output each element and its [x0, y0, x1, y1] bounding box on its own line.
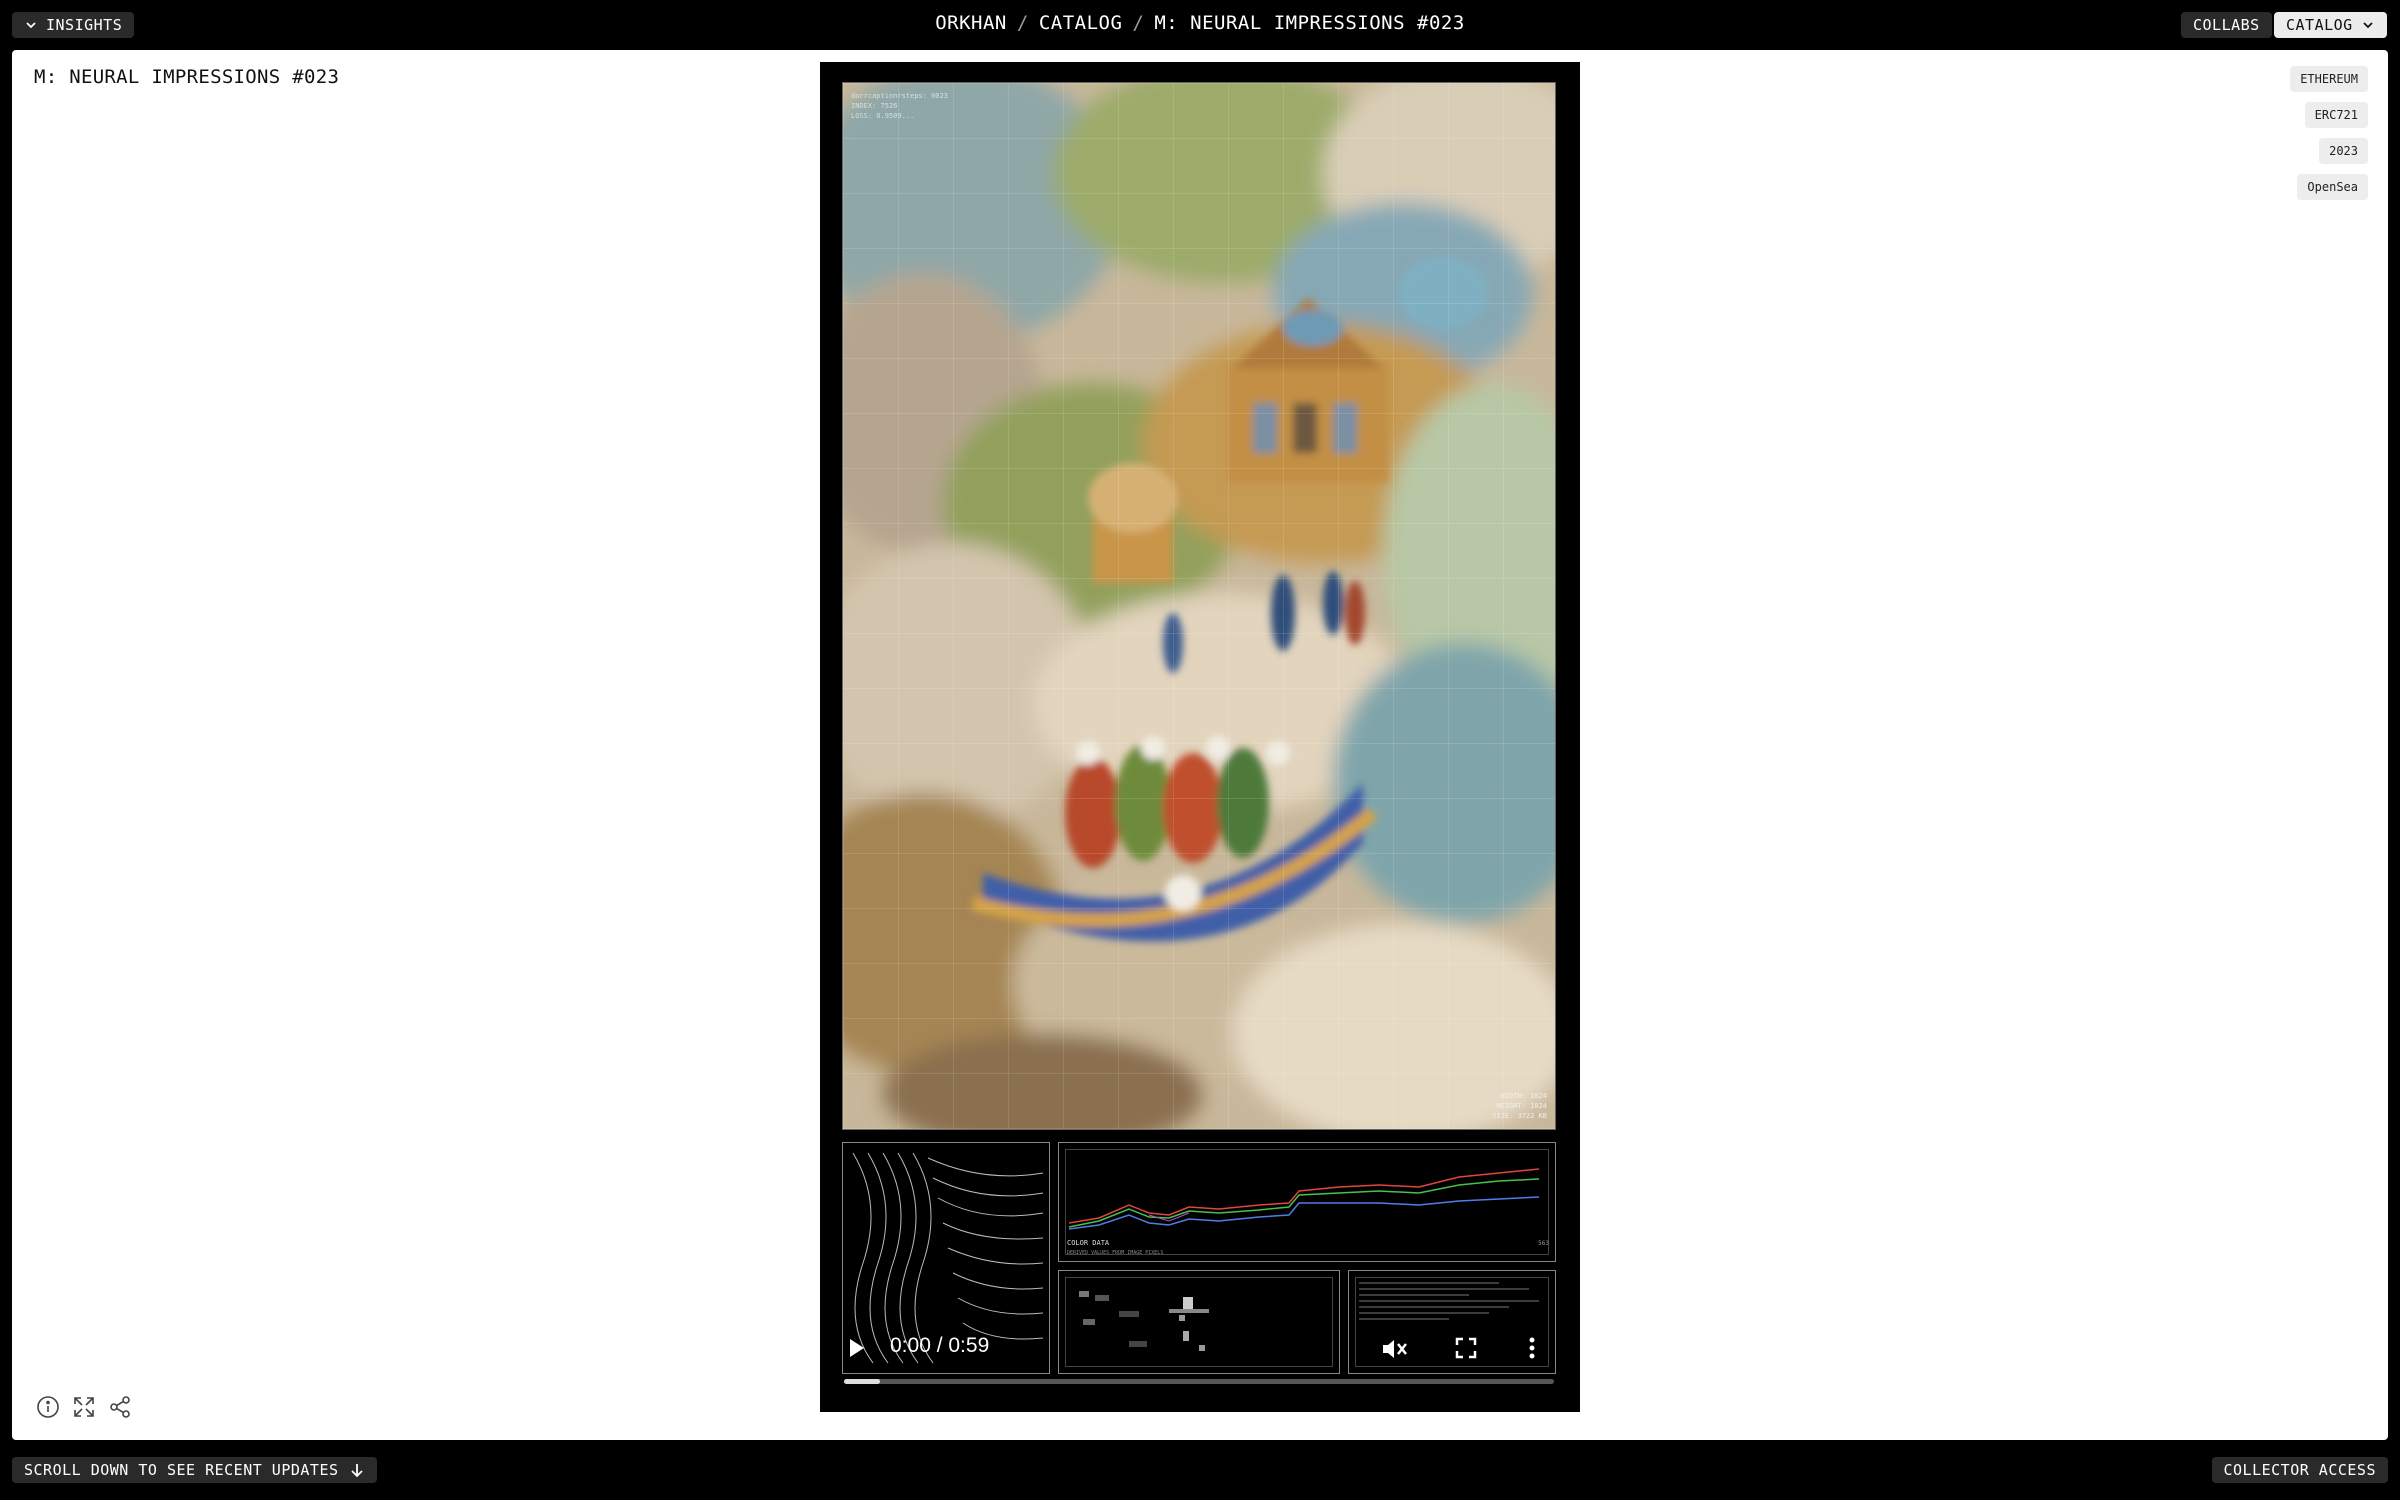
color-data-number: 563 [1538, 1240, 1549, 1247]
fullscreen-icon[interactable] [1454, 1336, 1478, 1364]
chevron-down-icon [2363, 22, 2373, 29]
breadcrumb-item-orkhan[interactable]: ORKHAN [935, 12, 1007, 34]
artwork-tags: ETHEREUM ERC721 2023 OpenSea [2290, 66, 2368, 200]
collabs-label: COLLABS [2193, 16, 2260, 34]
tag-standard: ERC721 [2304, 102, 2368, 128]
top-bar: INSIGHTS ORKHAN / CATALOG / M: NEURAL IM… [0, 0, 2400, 50]
artwork-tools [36, 1395, 132, 1419]
video-progress-bar[interactable] [844, 1379, 1554, 1384]
video-time: 0:00 / 0:59 [890, 1334, 990, 1357]
bottom-bar: SCROLL DOWN TO SEE RECENT UPDATES COLLEC… [0, 1440, 2400, 1500]
share-icon[interactable] [108, 1395, 132, 1419]
video-progress-fill [844, 1379, 880, 1384]
breadcrumb-separator: / [1016, 12, 1029, 34]
catalog-menu-label: CATALOG [2286, 16, 2353, 34]
grid-overlay [843, 83, 1555, 1129]
expand-icon[interactable] [72, 1395, 96, 1419]
breadcrumb: ORKHAN / CATALOG / M: NEURAL IMPRESSIONS… [0, 12, 2400, 34]
overlay-line: INDEX: 7526 [851, 102, 898, 110]
play-icon[interactable] [848, 1338, 866, 1362]
overlay-line: SIZE: 3722 KB [1492, 1112, 1547, 1120]
artwork-image: dorrcaptionrsteps: 0023 INDEX: 7526 LOSS… [842, 82, 1556, 1130]
color-data-sublabel: DERIVED VALUES FROM IMAGE PIXELS [1067, 1250, 1164, 1256]
more-vertical-icon[interactable] [1528, 1336, 1536, 1364]
main-panel: M: NEURAL IMPRESSIONS #023 ETHEREUM ERC7… [12, 50, 2388, 1440]
overlay-line: HEIGHT: 1024 [1496, 1102, 1547, 1110]
tag-chain: ETHEREUM [2290, 66, 2368, 92]
overlay-line: WIDTH: 1024 [1500, 1092, 1547, 1100]
overlay-bottom-right: WIDTH: 1024 HEIGHT: 1024 SIZE: 3722 KB [1492, 1091, 1547, 1121]
catalog-menu-button[interactable]: CATALOG [2274, 12, 2387, 38]
tag-year: 2023 [2319, 138, 2368, 164]
overlay-top-left: dorrcaptionrsteps: 0023 INDEX: 7526 LOSS… [851, 91, 948, 121]
overlay-line: dorrcaptionrsteps: 0023 [851, 92, 948, 100]
color-data-panel: COLOR DATA DERIVED VALUES FROM IMAGE PIX… [1058, 1142, 1556, 1262]
breadcrumb-item-catalog[interactable]: CATALOG [1039, 12, 1123, 34]
volume-muted-icon[interactable] [1380, 1336, 1408, 1366]
info-icon[interactable] [36, 1395, 60, 1419]
arrow-down-icon [350, 1464, 363, 1478]
video-player[interactable]: dorrcaptionrsteps: 0023 INDEX: 7526 LOSS… [820, 62, 1580, 1412]
artwork-title: M: NEURAL IMPRESSIONS #023 [34, 66, 340, 88]
breadcrumb-item-current: M: NEURAL IMPRESSIONS #023 [1154, 12, 1465, 34]
tag-marketplace[interactable]: OpenSea [2297, 174, 2368, 200]
overlay-line: LOSS: 0.9509... [851, 112, 915, 120]
scroll-hint-button[interactable]: SCROLL DOWN TO SEE RECENT UPDATES [12, 1457, 377, 1483]
scroll-hint-label: SCROLL DOWN TO SEE RECENT UPDATES [24, 1461, 339, 1479]
collector-access-label: COLLECTOR ACCESS [2223, 1461, 2376, 1479]
color-data-label: COLOR DATA [1067, 1239, 1110, 1247]
video-controls: 0:00 / 0:59 [842, 1328, 1556, 1368]
collabs-button[interactable]: COLLABS [2181, 12, 2272, 38]
breadcrumb-separator: / [1132, 12, 1145, 34]
color-data-chart [1068, 1168, 1540, 1230]
collector-access-button[interactable]: COLLECTOR ACCESS [2211, 1457, 2388, 1483]
